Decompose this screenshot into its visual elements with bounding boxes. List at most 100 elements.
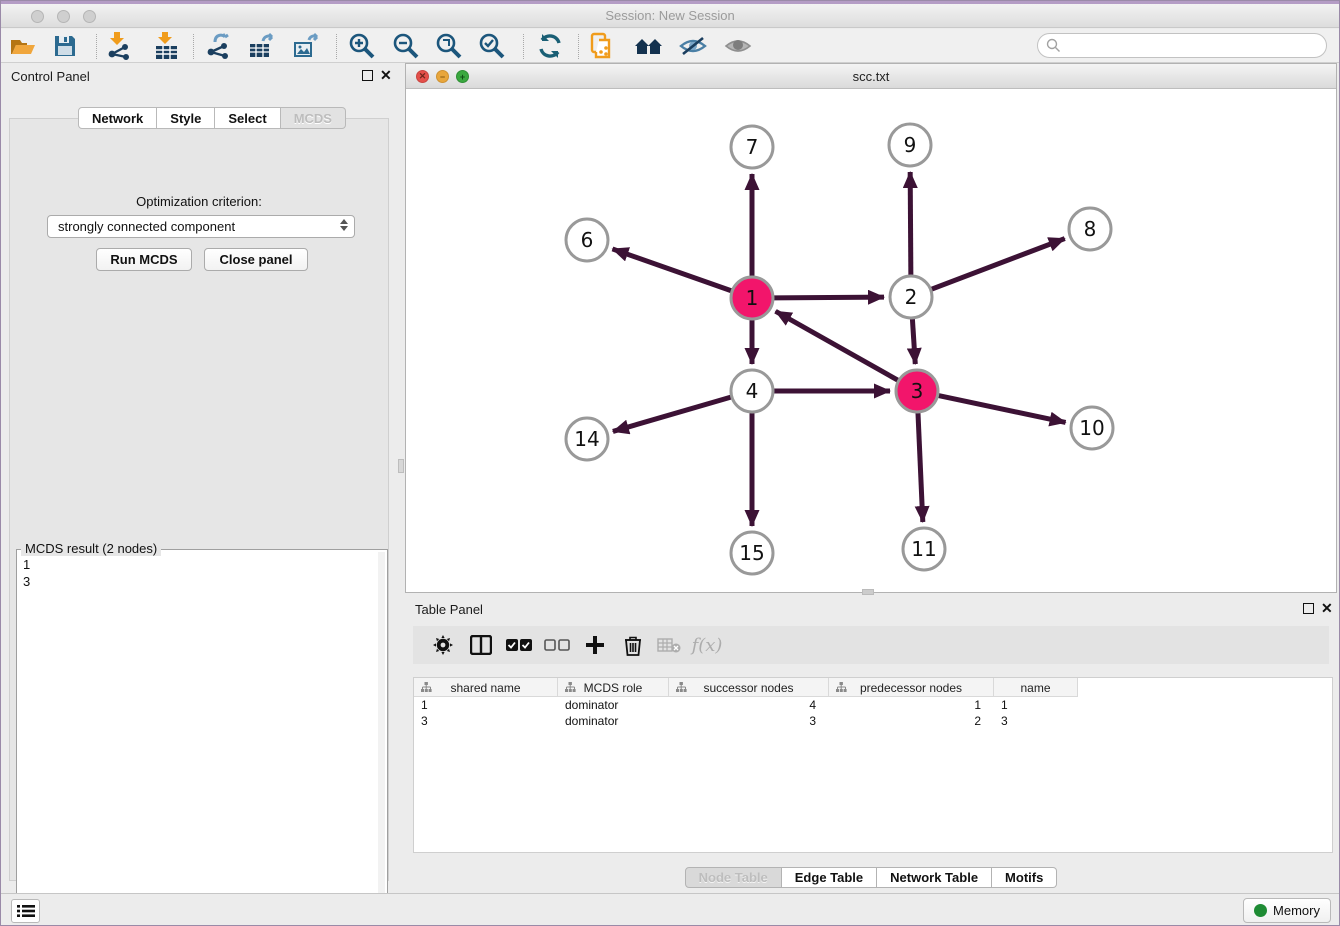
edge-3-11[interactable] [918,413,923,522]
mcds-panel: Optimization criterion: strongly connect… [9,118,389,881]
vertical-splitter[interactable] [397,63,405,893]
column-header-successor-nodes[interactable]: successor nodes [669,678,829,697]
edge-1-2[interactable] [774,297,884,298]
node-label-7: 7 [746,135,759,159]
titlebar[interactable]: Session: New Session [1,4,1339,28]
tab-edge-table[interactable]: Edge Table [782,867,877,888]
table-row[interactable]: 1dominator411 [414,697,1078,713]
table-cell[interactable]: 1 [994,697,1078,713]
column-header-predecessor-nodes[interactable]: predecessor nodes [829,678,994,697]
save-session-icon[interactable] [49,31,81,61]
node-label-3: 3 [911,379,924,403]
split-columns-icon[interactable] [465,630,497,660]
window-title: Session: New Session [1,8,1339,23]
run-mcds-button[interactable]: Run MCDS [96,248,192,271]
table-row[interactable]: 3dominator323 [414,713,1078,729]
tab-node-table[interactable]: Node Table [685,867,782,888]
zoom-selected-icon[interactable] [476,31,508,61]
export-network-icon[interactable] [203,31,235,61]
horizontal-splitter-grip[interactable] [862,589,874,595]
float-table-panel-icon[interactable] [1303,603,1314,614]
node-label-6: 6 [581,228,594,252]
memory-button[interactable]: Memory [1243,898,1331,923]
select-all-icon[interactable] [503,630,535,660]
column-header-name[interactable]: name [994,678,1078,697]
close-panel-button[interactable]: Close panel [204,248,308,271]
optimization-criterion-select[interactable]: strongly connected component [47,215,355,238]
gear-icon[interactable] [427,630,459,660]
table-cell[interactable]: 3 [414,713,558,729]
tab-mcds[interactable]: MCDS [281,107,346,129]
mcds-result-box: MCDS result (2 nodes) 1 3 [16,549,388,926]
control-panel-title: Control Panel [11,69,90,84]
refresh-icon[interactable] [534,31,566,61]
edge-2-3[interactable] [912,319,915,364]
memory-label: Memory [1273,903,1320,918]
hide-selected-icon[interactable] [677,31,709,61]
column-header-label: shared name [450,681,520,695]
fx-label: f(x) [692,635,723,656]
zoom-out-icon[interactable] [390,31,422,61]
export-table-icon[interactable] [247,31,279,61]
table-cell[interactable]: 1 [414,697,558,713]
zoom-in-icon[interactable] [346,31,378,61]
tab-style[interactable]: Style [157,107,215,129]
tab-select[interactable]: Select [215,107,280,129]
show-all-icon[interactable] [722,31,754,61]
control-panel-tabs: Network Style Select MCDS [78,107,346,129]
import-network-icon[interactable] [103,31,135,61]
memory-status-icon [1254,904,1267,917]
column-header-MCDS-role[interactable]: MCDS role [558,678,669,697]
table-cell[interactable]: 2 [829,713,994,729]
close-table-panel-icon[interactable]: ✕ [1321,600,1333,617]
mcds-result-scrollbar[interactable] [378,552,385,924]
search-input[interactable] [1037,33,1327,58]
table-cell[interactable]: 1 [829,697,994,713]
edge-4-14[interactable] [613,397,731,431]
table-cell[interactable]: 4 [669,697,829,713]
table-panel-title: Table Panel [415,602,483,617]
network-graph[interactable]: 7968124314101511 [406,89,1336,592]
export-image-icon[interactable] [291,31,323,61]
open-session-icon[interactable] [7,31,39,61]
tab-network-table[interactable]: Network Table [877,867,992,888]
import-table-icon[interactable] [151,31,183,61]
optimization-criterion-label: Optimization criterion: [10,194,388,209]
deselect-all-icon[interactable] [541,630,573,660]
status-bar: Memory [1,893,1339,926]
float-panel-icon[interactable] [362,70,373,81]
splitter-grip[interactable] [398,459,404,473]
network-window-titlebar[interactable]: ✕ − + scc.txt [406,64,1336,89]
node-label-10: 10 [1079,416,1104,440]
delete-column-icon[interactable] [617,630,649,660]
toolbar-separator [523,34,524,59]
tab-motifs[interactable]: Motifs [992,867,1057,888]
edge-2-8[interactable] [932,239,1065,290]
table-cell[interactable]: dominator [558,697,669,713]
first-neighbors-icon[interactable] [633,31,665,61]
clone-network-icon[interactable] [587,31,619,61]
table-cell[interactable]: 3 [994,713,1078,729]
network-canvas[interactable]: 7968124314101511 [406,89,1336,592]
close-panel-icon[interactable]: ✕ [380,67,392,84]
table-cell[interactable]: 3 [669,713,829,729]
network-window-title: scc.txt [406,69,1336,84]
node-table: shared name MCDS rolesuccessor nodes prede… [413,677,1333,853]
edge-1-6[interactable] [612,249,731,291]
application-window: Session: New Session [0,0,1340,926]
zoom-fit-icon[interactable] [433,31,465,61]
edge-2-9[interactable] [910,172,911,275]
edge-3-1[interactable] [776,311,898,380]
task-history-button[interactable] [11,899,40,923]
toolbar-separator [578,34,579,59]
add-column-icon[interactable] [579,630,611,660]
table-panel-header: Table Panel ✕ [405,596,1337,622]
node-label-1: 1 [746,286,759,310]
mcds-result-text[interactable]: 1 3 [19,556,377,924]
edge-3-10[interactable] [939,396,1066,423]
column-header-label: predecessor nodes [860,681,962,695]
node-label-9: 9 [904,133,917,157]
table-cell[interactable]: dominator [558,713,669,729]
column-header-shared-name[interactable]: shared name [414,678,558,697]
tab-network[interactable]: Network [78,107,157,129]
